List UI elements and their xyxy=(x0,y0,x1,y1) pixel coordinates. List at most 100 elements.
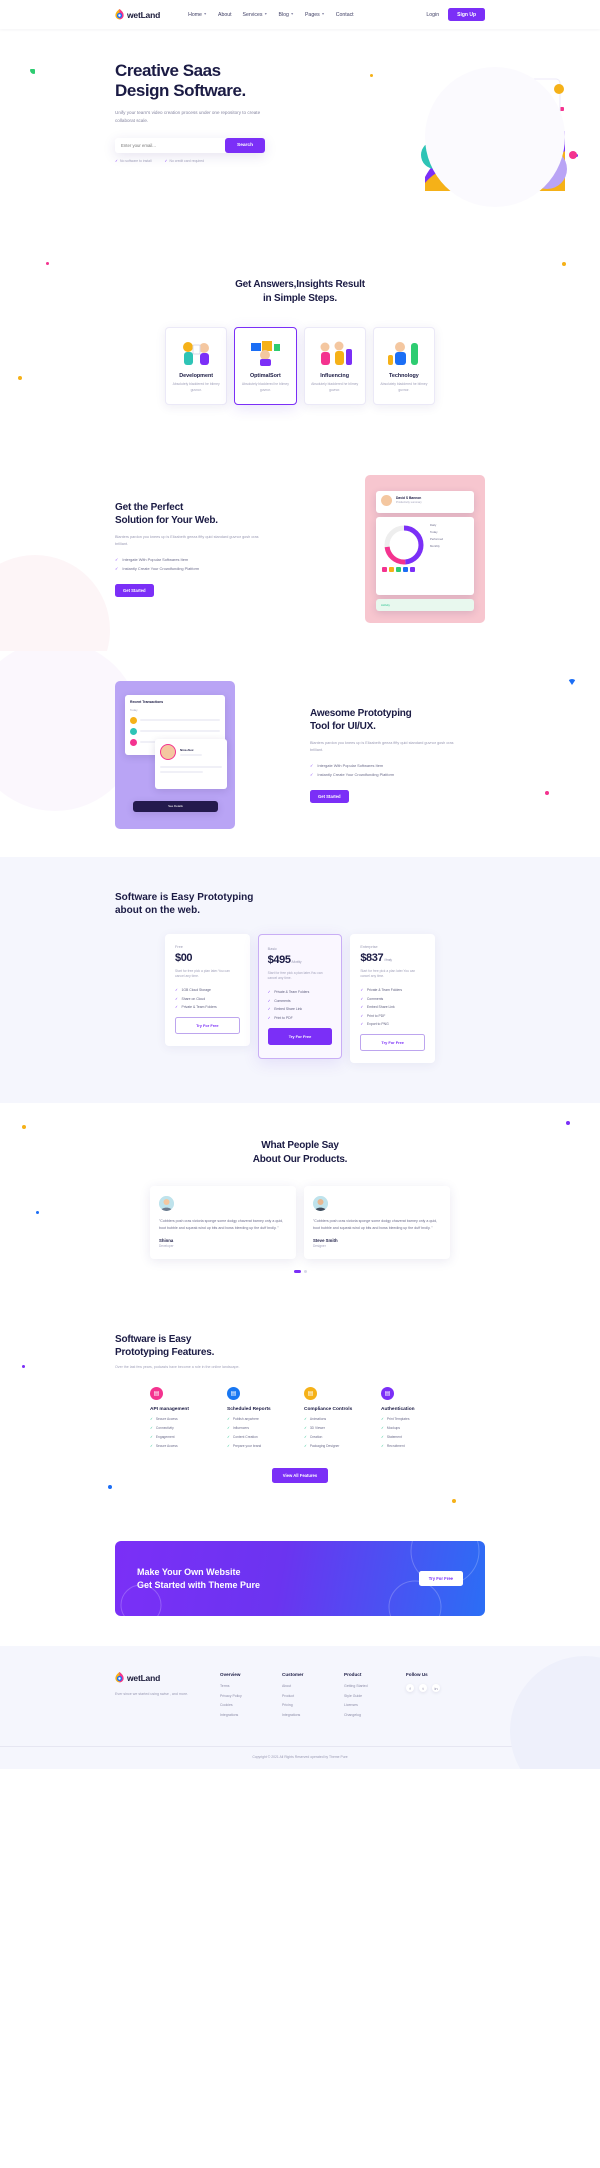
search-button[interactable]: Search xyxy=(225,137,265,153)
linkedin-icon[interactable]: in xyxy=(432,1684,440,1693)
nav-item-about[interactable]: About xyxy=(218,12,232,18)
testimonials-title: What People Say About Our Products. xyxy=(252,1140,348,1165)
twitter-icon[interactable]: t xyxy=(419,1684,427,1693)
plan-feature: ✓ Private & Team Folders xyxy=(267,990,310,995)
footer-link[interactable]: Pricing xyxy=(282,1703,344,1707)
shot-row: Daily xyxy=(430,522,437,527)
signup-button[interactable]: Sign Up xyxy=(448,8,485,21)
features-section: Software is Easy Prototyping Features. O… xyxy=(0,1303,600,1518)
footer-link[interactable]: Integrations xyxy=(220,1713,282,1717)
plan-name: Free xyxy=(175,944,183,949)
feature-item: ✓ Influencers xyxy=(227,1426,249,1431)
feature-two-button[interactable]: Get Started xyxy=(310,789,349,803)
facebook-icon[interactable]: f xyxy=(406,1684,414,1693)
shot-row: Performed xyxy=(430,536,444,541)
feature-list-item: ✓ Instantly Create Your Crowdfunding Plat… xyxy=(310,772,395,778)
check-icon: ✓ xyxy=(227,1426,230,1431)
copyright-text: Copyright © 2021 All Rights Reserved ope… xyxy=(0,1746,600,1769)
brand-logo[interactable]: wetLand xyxy=(115,9,160,20)
feature-column-api: ▤ API management ✓ Secure Access ✓ Connect… xyxy=(150,1387,219,1448)
check-icon: ✓ xyxy=(227,1444,230,1449)
plan-description: Start for free pick a plan later.You can… xyxy=(267,970,323,981)
footer-link[interactable]: Cookies xyxy=(220,1703,282,1707)
plan-feature-list: ✓ Private & Team Folders ✓ Comments ✓ Embed… xyxy=(360,988,425,1026)
feature-column-reports: ▤ Scheduled Reports ✓ Publish anywhere ✓ I… xyxy=(227,1387,296,1448)
footer-link[interactable]: Licenses xyxy=(344,1703,406,1707)
shot-row: Monthly xyxy=(430,543,440,548)
hero-title: Creative Saas Design Software. xyxy=(115,61,290,101)
login-link[interactable]: Login xyxy=(426,12,439,18)
plan-price: $495/Monthly xyxy=(267,953,302,966)
plan-description: Start for free pick a plan later.You can… xyxy=(360,968,416,979)
carousel-dot-active[interactable] xyxy=(293,1270,301,1274)
hero-note-software: ✓ No software to install xyxy=(115,158,152,163)
feature-one-title: Get the Perfect Solution for Your Web. xyxy=(115,501,218,526)
landing-page: wetLand Home ▼ About Services ▼ Blog ▼ Page… xyxy=(0,0,600,1770)
cta-title: Make Your Own Website Get Started with T… xyxy=(137,1566,261,1590)
check-icon: ✓ xyxy=(304,1444,307,1449)
email-input[interactable] xyxy=(121,142,225,148)
plan-feature: ✓ Print to PDF xyxy=(360,1013,386,1018)
feature-item: ✓ Animations xyxy=(304,1417,327,1422)
testimonial-quote: "Cobblers posh cras victoria sponge some… xyxy=(313,1219,438,1231)
footer-logo[interactable]: wetLand xyxy=(115,1672,220,1683)
nav-item-services[interactable]: Services ▼ xyxy=(243,12,268,18)
steps-card-list: Development Absolutely bladdered he blim… xyxy=(165,327,435,405)
footer-link[interactable]: Product xyxy=(282,1694,344,1698)
plan-button-basic[interactable]: Try For Free xyxy=(267,1027,333,1045)
carousel-dot[interactable] xyxy=(303,1270,307,1274)
decor-dot xyxy=(36,1211,39,1215)
nav-item-pages[interactable]: Pages ▼ xyxy=(305,12,325,18)
plan-button-enterprise[interactable]: Try For Free xyxy=(360,1034,426,1052)
footer-link[interactable]: Getting Started xyxy=(344,1684,406,1688)
step-illustration xyxy=(240,337,290,367)
pricing-plan-basic: Basic $495/Monthly Start for free pick a… xyxy=(257,933,343,1059)
cta-button[interactable]: Try For Free xyxy=(418,1571,463,1587)
step-card-development[interactable]: Development Absolutely bladdered he blim… xyxy=(165,327,228,405)
feature-one-button[interactable]: Get Started xyxy=(115,583,154,597)
feature-item: ✓ Content Creation xyxy=(227,1435,258,1440)
footer-link[interactable]: Privacy Policy xyxy=(220,1694,282,1698)
check-icon: ✓ xyxy=(175,988,179,993)
footer-link[interactable]: About xyxy=(282,1684,344,1688)
check-icon: ✓ xyxy=(310,772,314,778)
step-card-optimalsort[interactable]: OptimalSort Absolutely bladdered he blim… xyxy=(234,327,297,405)
nav-label: Home xyxy=(188,11,202,18)
feature-item: ✓ Secure Access xyxy=(150,1444,178,1449)
pricing-title: Software is Easy Prototyping about on th… xyxy=(115,891,254,917)
feature-item: ✓ Recruitment xyxy=(381,1444,405,1449)
check-icon: ✓ xyxy=(150,1444,153,1449)
check-icon: ✓ xyxy=(381,1435,384,1440)
feature-one-screenshot: David S Bannon Productivity summary Dail… xyxy=(365,474,485,623)
footer-link[interactable]: Terms xyxy=(220,1684,282,1688)
pricing-plan-free: Free $00 Start for free pick a plan late… xyxy=(165,933,250,1047)
view-all-features-button[interactable]: View All Features xyxy=(271,1468,329,1484)
check-icon: ✓ xyxy=(150,1417,153,1422)
feature-list-item: ✓ Instantly Create Your Crowdfunding Plat… xyxy=(115,566,200,572)
shot-button[interactable]: See Details xyxy=(168,804,183,808)
nav-item-blog[interactable]: Blog ▼ xyxy=(279,12,294,18)
check-icon: ✓ xyxy=(115,566,119,572)
testimonial-name: Steve Smith xyxy=(313,1237,338,1243)
testimonial-card: "Cobblers posh cras victoria sponge some… xyxy=(304,1186,450,1260)
footer-link[interactable]: Changelog xyxy=(344,1713,406,1717)
site-header: wetLand Home ▼ About Services ▼ Blog ▼ Page… xyxy=(0,0,600,29)
footer-link[interactable]: Integrations xyxy=(282,1713,344,1717)
decor-dot xyxy=(22,1365,25,1369)
nav-item-home[interactable]: Home ▼ xyxy=(188,12,207,18)
feature-two-list: ✓ Intergate With Popular Softwares Item ✓… xyxy=(310,763,485,778)
feature-one-list: ✓ Intergate With Popular Softwares Item ✓… xyxy=(115,557,290,572)
plan-button-free[interactable]: Try For Free xyxy=(175,1017,240,1035)
plan-price: $837/Yearly xyxy=(360,951,392,964)
footer-link[interactable]: Style Guide xyxy=(344,1694,406,1698)
features-title: Software is Easy Prototyping Features. xyxy=(115,1334,215,1359)
testimonial-role: Developer xyxy=(159,1244,174,1249)
step-card-technology[interactable]: Technology Absolutely bladdered he blime… xyxy=(372,327,435,405)
hero-subtitle: Unify your team's video creation process… xyxy=(115,109,261,123)
step-card-influencing[interactable]: Influencing Absolutely bladdered he blim… xyxy=(303,327,366,405)
decor-dot xyxy=(30,69,35,74)
logo-icon xyxy=(115,1672,124,1683)
steps-section: Get Answers,Insights Result in Simple St… xyxy=(0,244,600,445)
plan-name: Enterprise xyxy=(360,944,378,949)
nav-item-contact[interactable]: Contact xyxy=(336,12,354,18)
